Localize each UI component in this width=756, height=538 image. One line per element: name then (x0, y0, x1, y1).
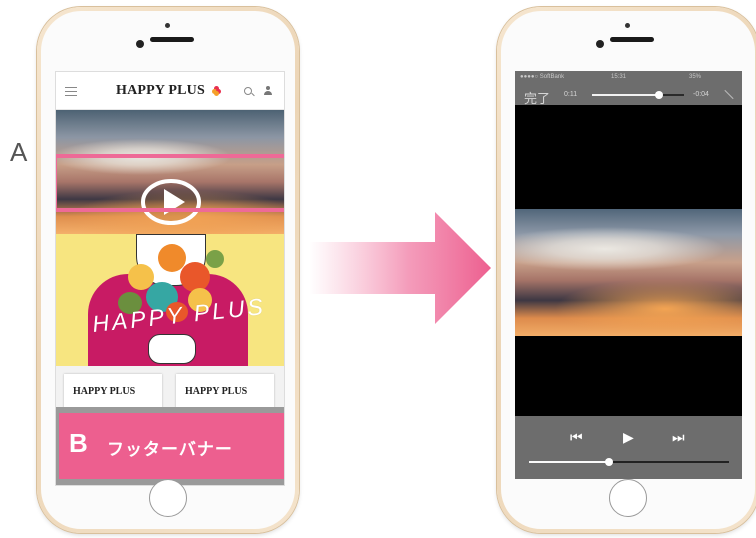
bouquet-illustration: HAPPY PLUS (56, 234, 284, 366)
label-a: A (10, 137, 28, 167)
site-logo-text: HAPPY PLUS (116, 83, 205, 98)
progress-knob[interactable] (655, 91, 664, 99)
banner-label: フッターバナー (107, 440, 233, 459)
user-icon[interactable] (264, 86, 272, 96)
highlight-box-a (56, 154, 284, 212)
search-icon[interactable] (244, 87, 252, 95)
front-sensor (625, 23, 630, 28)
footer-banner-panel[interactable]: B フッターバナー (59, 413, 284, 479)
card-logo-text: HAPPY PLUS (73, 386, 136, 397)
player-controls: ⏮ ▶ ⏭ (515, 416, 742, 479)
left-phone-screen: HAPPY PLUS HAPPY PLUS HAPPY PLUS HAPPY P… (55, 71, 285, 486)
logo-clover-icon (212, 86, 221, 96)
front-camera (596, 40, 604, 48)
fullscreen-toggle-icon[interactable] (723, 90, 733, 100)
footer-banner[interactable]: B フッターバナー (56, 407, 284, 485)
done-button[interactable]: 完了 (524, 88, 550, 107)
player-top-bar: 完了 0:11 -0:04 (515, 85, 742, 107)
volume-knob[interactable] (605, 458, 613, 466)
home-button[interactable] (149, 479, 187, 517)
status-bar: ●●●●○ SoftBank 15:31 35% (515, 71, 742, 85)
status-battery: 35% (689, 74, 702, 80)
banner-letter-b: B (69, 428, 88, 458)
progress-fill (592, 94, 660, 96)
status-carrier: ●●●●○ SoftBank (520, 74, 565, 80)
status-time: 15:31 (611, 74, 627, 80)
earpiece-speaker (610, 37, 654, 42)
hamburger-menu-icon[interactable] (65, 87, 77, 96)
site-logo[interactable]: HAPPY PLUS (116, 83, 205, 99)
card-logo-text: HAPPY PLUS (185, 386, 248, 397)
right-phone: ●●●●○ SoftBank 15:31 35% 完了 0:11 -0:04 ⏮… (497, 7, 756, 533)
app-header: HAPPY PLUS (56, 72, 284, 110)
transition-arrow (309, 212, 491, 324)
skip-back-icon[interactable]: ⏮ (570, 429, 583, 446)
play-icon[interactable]: ▶ (623, 429, 634, 446)
earpiece-speaker (150, 37, 194, 42)
left-phone: HAPPY PLUS HAPPY PLUS HAPPY PLUS HAPPY P… (37, 7, 299, 533)
video-player-screen: ●●●●○ SoftBank 15:31 35% 完了 0:11 -0:04 ⏮… (515, 71, 742, 479)
time-remaining: -0:04 (693, 91, 709, 98)
front-sensor (165, 23, 170, 28)
progress-scrubber[interactable] (592, 91, 684, 99)
video-frame[interactable] (515, 209, 742, 336)
skip-forward-icon[interactable]: ⏭ (672, 429, 685, 446)
front-camera (136, 40, 144, 48)
time-elapsed: 0:11 (564, 91, 578, 98)
home-button[interactable] (609, 479, 647, 517)
illustration-hands (148, 334, 196, 364)
volume-slider[interactable] (529, 458, 729, 466)
volume-fill (529, 461, 609, 463)
